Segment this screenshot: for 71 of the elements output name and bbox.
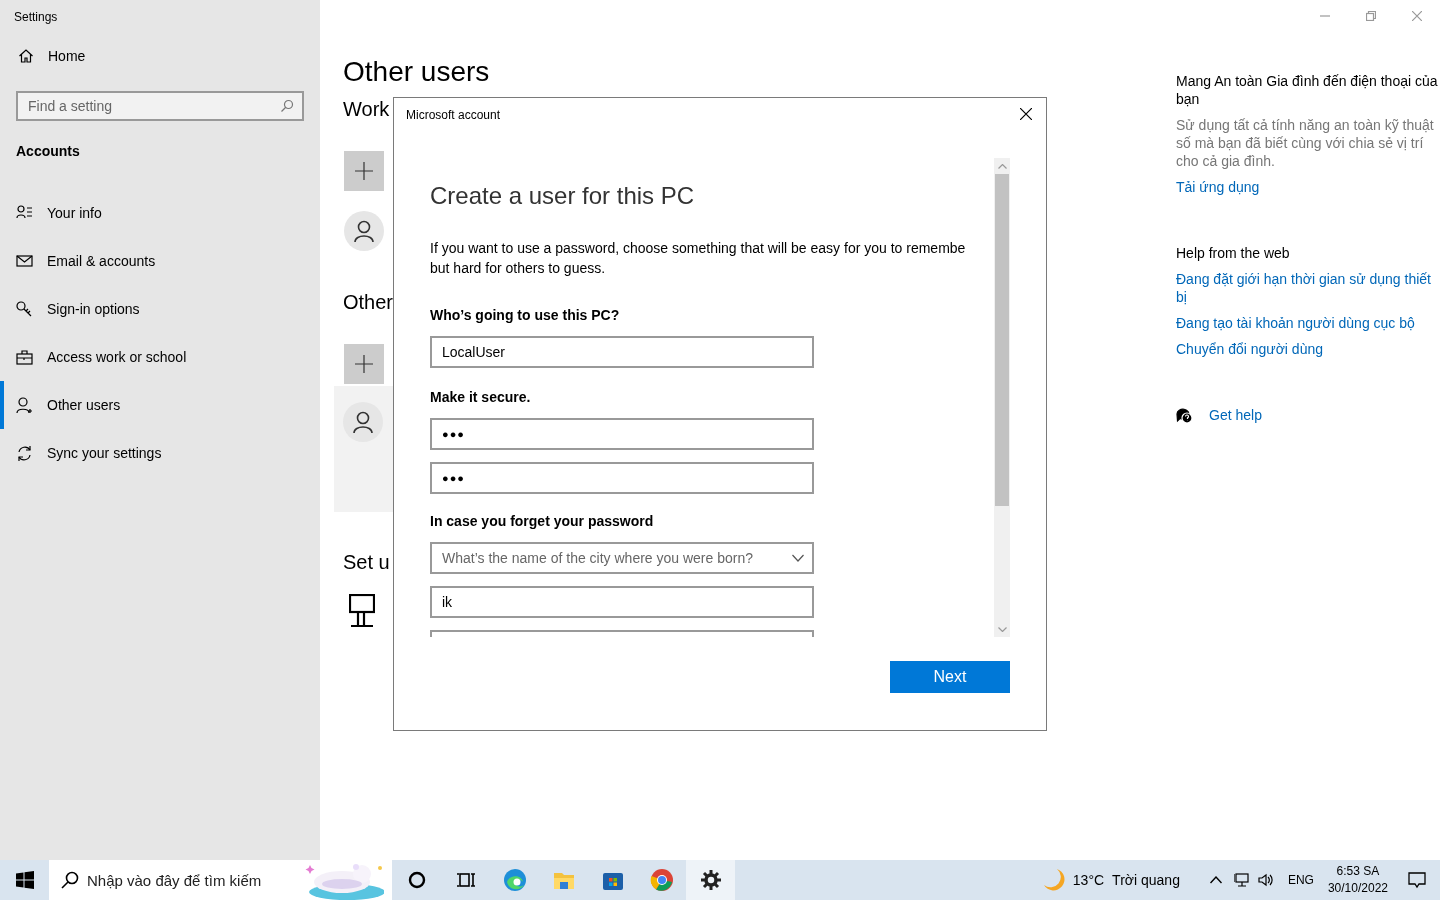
download-link[interactable]: Tải ứng dụng [1176, 178, 1440, 196]
input-field[interactable]: LocalUser [430, 336, 814, 368]
field-label: In case you forget your password [430, 512, 655, 530]
password-field[interactable]: ●●● [430, 418, 814, 450]
notification-icon[interactable] [1408, 871, 1426, 889]
sidebar-item[interactable]: Sign-in options [0, 285, 320, 333]
window-title: Settings [13, 9, 59, 26]
briefcase-icon [16, 348, 33, 366]
chrome-icon [649, 868, 674, 892]
sidebar-item[interactable]: Your info [0, 189, 320, 237]
kiosk-icon [349, 594, 375, 628]
weather-condition[interactable]: Trời quang [1112, 872, 1180, 888]
section-heading: Other [343, 290, 394, 315]
home-icon [18, 48, 34, 64]
plus-icon [355, 355, 373, 373]
clock-date: 30/10/2022 [1327, 880, 1388, 897]
search-box[interactable]: Nhập vào đây để tìm kiếm [49, 860, 392, 900]
field-label: Make it secure. [430, 388, 532, 406]
section-heading: Work [343, 97, 390, 122]
search-icon [61, 871, 79, 889]
input-field[interactable]: ik [430, 586, 814, 618]
help-link[interactable]: Chuyển đổi người dùng [1176, 340, 1440, 358]
question-dropdown[interactable]: What’s the name of the city where you were born? [430, 542, 814, 574]
mail-icon [16, 252, 33, 270]
key-icon [16, 300, 33, 318]
section-heading: Help from the web [1176, 244, 1291, 262]
clock[interactable]: 6:53 SA 30/10/2022 [1327, 863, 1388, 897]
dialog-heading: Create a user for this PC [430, 181, 696, 211]
close-icon [1412, 11, 1422, 21]
instruction-text: If you want to use a password, choose something that will be easy for you to remembe [430, 239, 967, 258]
next-button[interactable]: Next [890, 661, 1010, 693]
taskbar-app[interactable] [686, 860, 735, 900]
windows-icon [15, 871, 34, 889]
browser-icon [502, 868, 527, 892]
search-icon [280, 99, 294, 113]
promo-description: Sử dụng tất cả tính năng an toàn kỹ thuật số mà bạn đã biết cùng với chia sẻ vị trí cho cả gia đình. [1176, 116, 1435, 170]
person-icon [353, 411, 373, 433]
gear-icon [698, 868, 723, 892]
dialog-title: Microsoft account [405, 107, 501, 122]
close-icon [1020, 108, 1032, 120]
network-icon[interactable] [1233, 873, 1250, 887]
search-field[interactable]: Find a setting [16, 91, 304, 121]
sync-icon [16, 444, 33, 462]
page-title: Other users [343, 55, 490, 89]
person-icon [354, 220, 374, 242]
sidebar-item[interactable]: Access work or school [0, 333, 320, 381]
person-add-icon [16, 396, 33, 414]
help-link[interactable]: Đang đặt giới hạn thời gian sử dụng thiết bị [1176, 270, 1440, 306]
plus-icon [355, 162, 373, 180]
speaker-icon[interactable] [1257, 873, 1274, 887]
password-field[interactable]: ●●● [430, 462, 814, 494]
get-help-link[interactable]: Get help [1209, 406, 1262, 424]
home-link[interactable]: Home [0, 39, 320, 73]
field-label: Who’s going to use this PC? [430, 306, 621, 324]
restore-icon [1366, 11, 1376, 21]
language-indicator[interactable]: ENG [1287, 873, 1314, 887]
temperature[interactable]: 13°C [1072, 872, 1105, 888]
section-heading: Accounts [15, 142, 81, 161]
help-chat-icon [1176, 406, 1193, 424]
sidebar-item[interactable]: Sync your settings [0, 429, 320, 477]
chevron-up-icon[interactable] [1209, 876, 1222, 884]
add-button[interactable] [344, 344, 384, 384]
chevron-down-icon [792, 554, 804, 562]
help-link[interactable]: Đang tạo tài khoản người dùng cục bộ [1176, 314, 1440, 332]
sidebar-item[interactable]: Email & accounts [0, 237, 320, 285]
section-heading: Set u [343, 550, 390, 575]
promo-title: Mang An toàn Gia đình đến điện thoại của bạn [1176, 72, 1439, 108]
scrollbar-thumb[interactable] [995, 174, 1009, 506]
clock-time: 6:53 SA [1336, 863, 1380, 880]
instruction-text: but hard for others to guess. [430, 259, 607, 278]
add-button[interactable] [344, 151, 384, 191]
